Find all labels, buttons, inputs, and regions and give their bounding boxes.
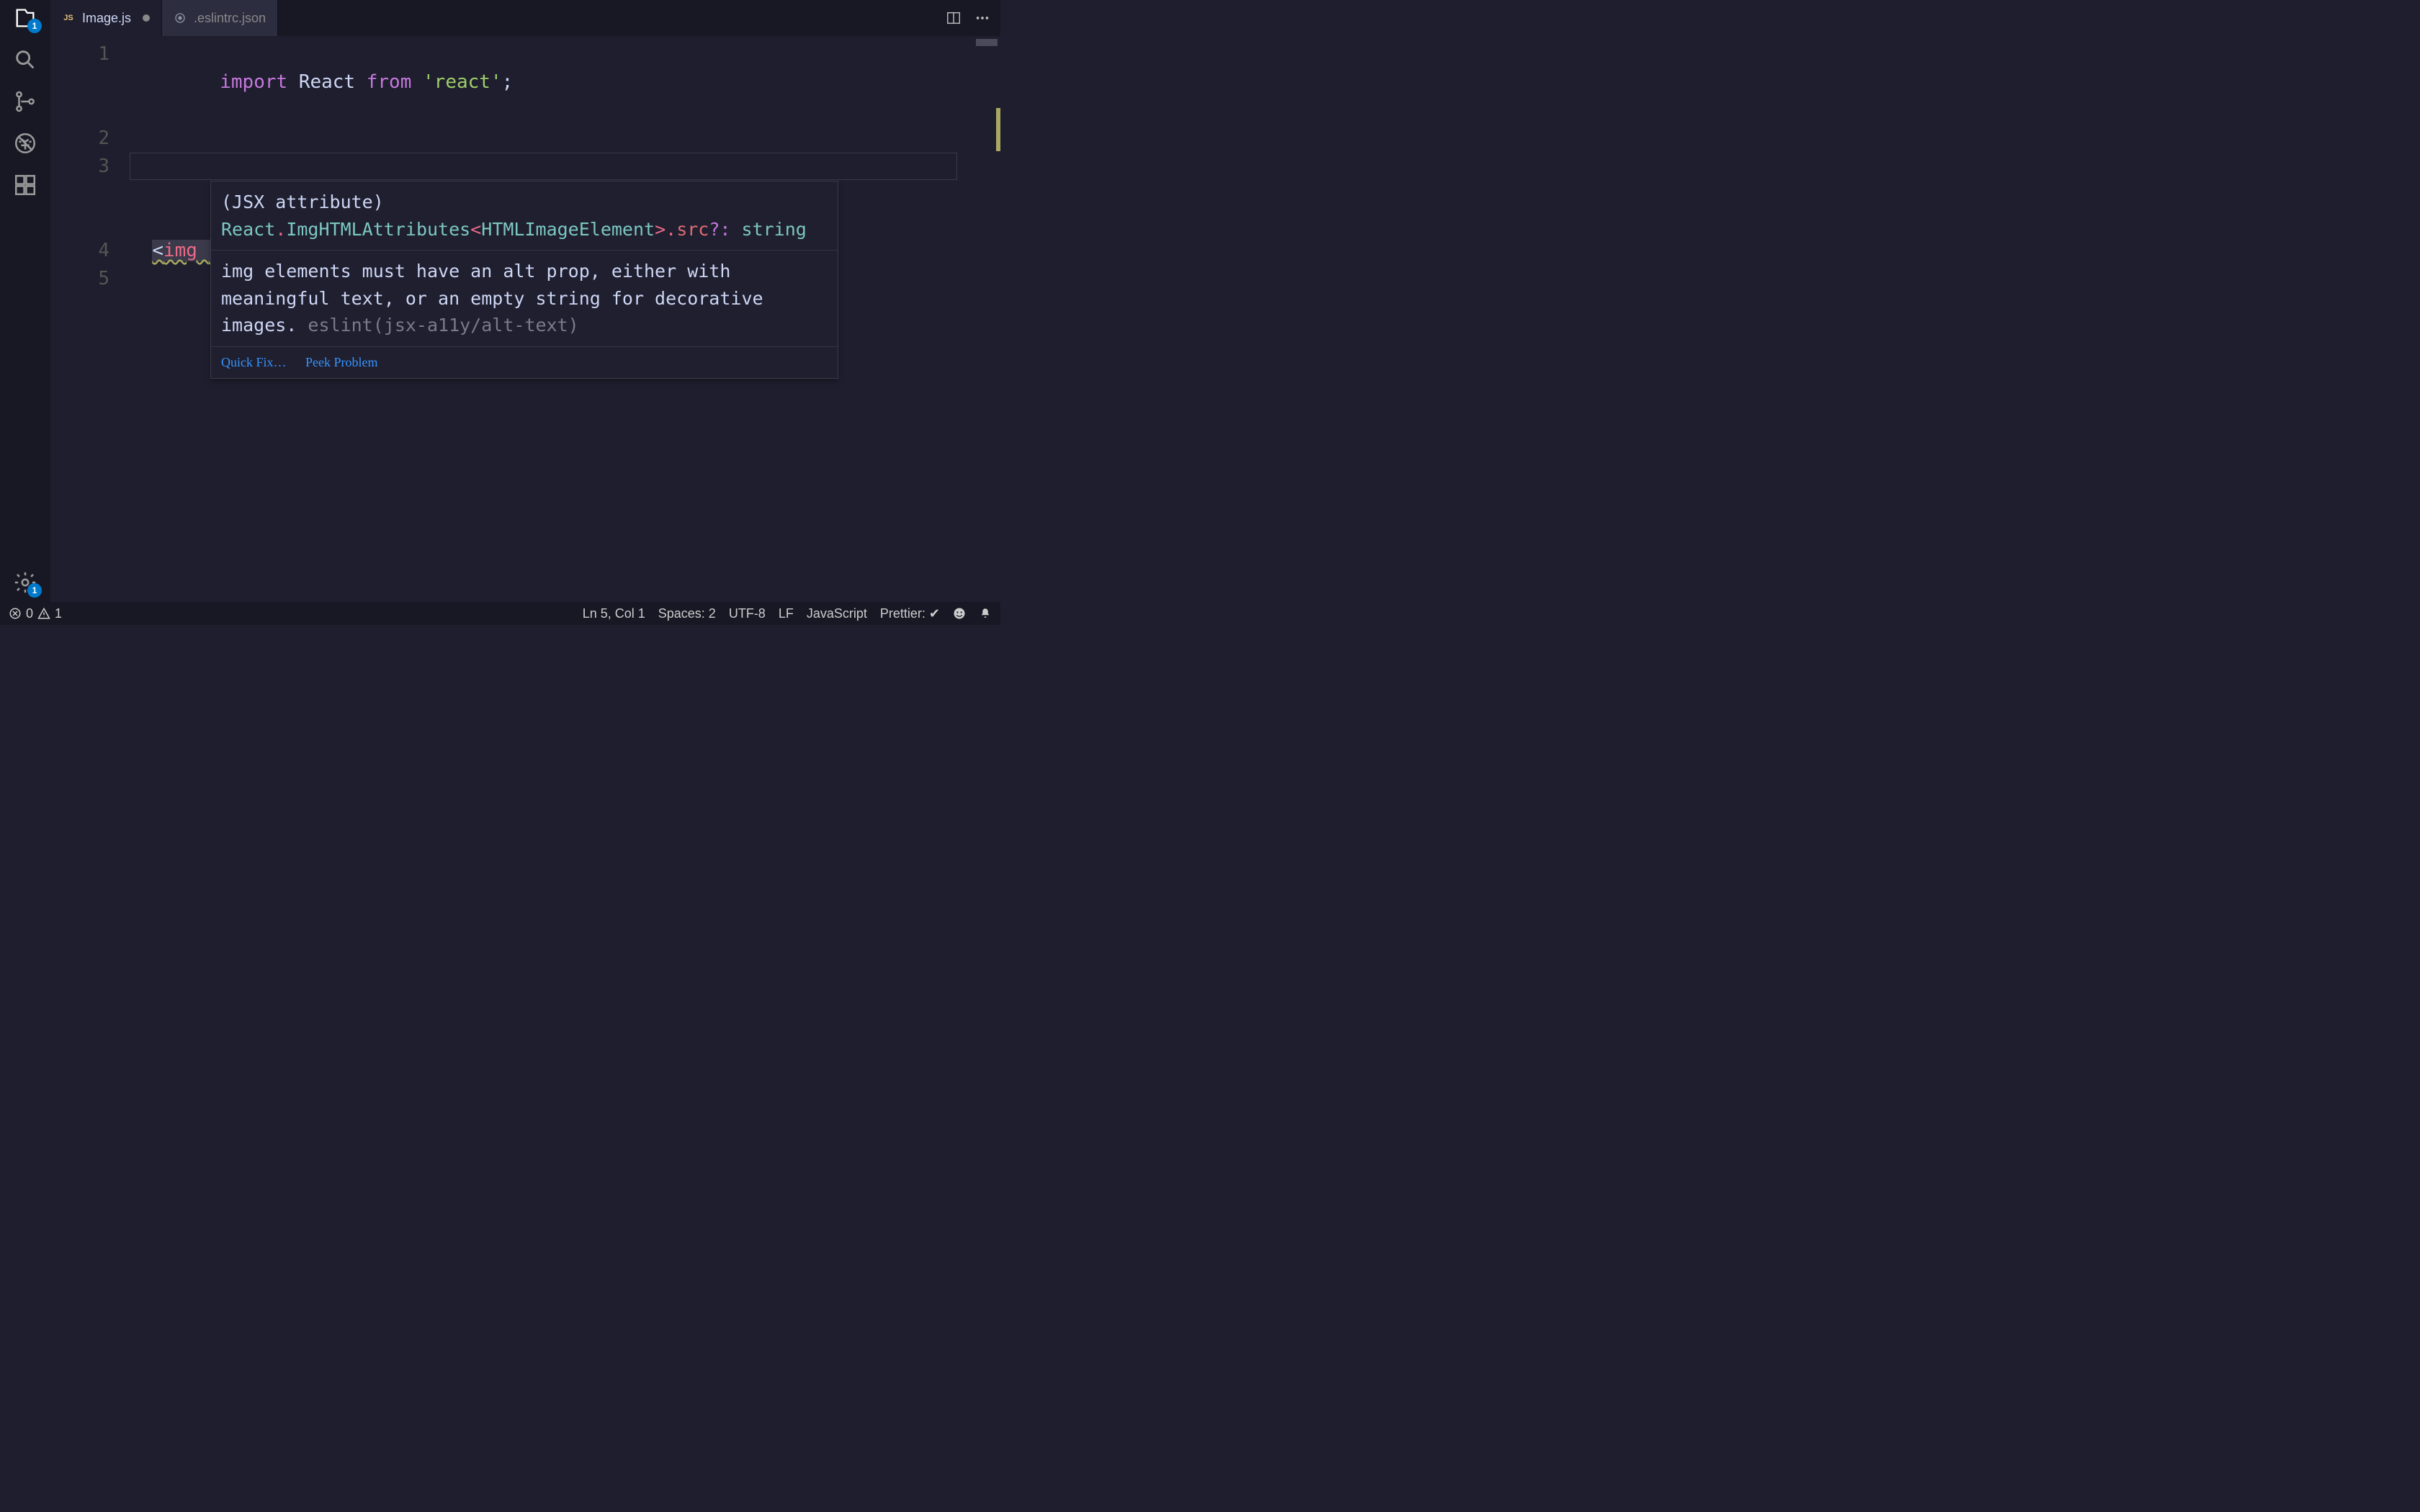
hover-actions: Quick Fix… Peek Problem [211, 346, 838, 378]
editor-tabs: JS Image.js .eslintrc.json [50, 0, 1000, 36]
source-control-icon[interactable] [13, 89, 37, 114]
line-number: 4 [50, 237, 130, 265]
status-indentation[interactable]: Spaces: 2 [658, 606, 716, 621]
minimap[interactable] [957, 36, 1000, 602]
status-eol[interactable]: LF [779, 606, 794, 621]
settings-badge: 1 [27, 583, 42, 598]
hover-signature: (JSX attribute) React.ImgHTMLAttributes<… [211, 181, 838, 250]
json-file-icon [174, 12, 187, 24]
settings-icon[interactable]: 1 [13, 570, 37, 595]
status-cursor-position[interactable]: Ln 5, Col 1 [583, 606, 645, 621]
line-number: 2 [50, 125, 130, 153]
dirty-indicator-icon [143, 14, 150, 22]
line-number: 3 [50, 153, 130, 237]
status-bar: 0 1 Ln 5, Col 1 Spaces: 2 UTF-8 LF JavaS… [0, 602, 1000, 625]
code-editor[interactable]: 1 import React from 'react'; 2 3 export … [50, 36, 1000, 602]
status-prettier[interactable]: Prettier: ✔ [880, 606, 940, 621]
status-problems[interactable]: 0 1 [9, 606, 62, 621]
tab-eslintrc[interactable]: .eslintrc.json [162, 0, 278, 36]
hover-widget: (JSX attribute) React.ImgHTMLAttributes<… [210, 181, 838, 379]
tab-label: Image.js [82, 11, 131, 26]
line-number: 5 [50, 265, 130, 293]
js-file-icon: JS [62, 12, 75, 24]
status-encoding[interactable]: UTF-8 [729, 606, 766, 621]
hover-lint-message: img elements must have an alt prop, eith… [211, 250, 838, 346]
status-feedback-icon[interactable] [953, 607, 966, 620]
split-editor-icon[interactable] [946, 10, 962, 26]
more-actions-icon[interactable] [974, 10, 990, 26]
peek-problem-link[interactable]: Peek Problem [305, 355, 378, 369]
status-language[interactable]: JavaScript [807, 606, 867, 621]
tab-image-js[interactable]: JS Image.js [50, 0, 162, 36]
quick-fix-link[interactable]: Quick Fix… [221, 355, 287, 369]
extensions-icon[interactable] [13, 173, 37, 197]
minimap-region [976, 39, 998, 46]
overview-ruler-warning [996, 108, 1000, 151]
explorer-icon[interactable]: 1 [13, 6, 37, 30]
tab-label: .eslintrc.json [194, 11, 266, 26]
search-icon[interactable] [13, 48, 37, 72]
explorer-badge: 1 [27, 19, 42, 33]
debug-disabled-icon[interactable] [13, 131, 37, 156]
current-line-highlight [130, 153, 957, 180]
line-number: 1 [50, 40, 130, 125]
activity-bar: 1 1 [0, 0, 50, 602]
status-bell-icon[interactable] [979, 607, 992, 620]
